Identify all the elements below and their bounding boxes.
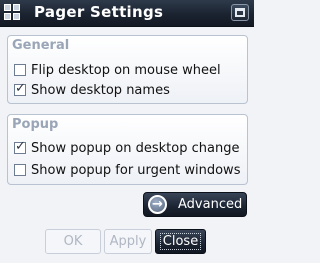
- advanced-label: Advanced: [178, 197, 243, 212]
- close-label: Close: [159, 233, 202, 250]
- advanced-button[interactable]: → Advanced: [143, 192, 247, 217]
- popup-heading: Popup: [12, 117, 59, 132]
- popup-desktop-change-checkbox[interactable]: [14, 139, 26, 154]
- flip-desktop-checkbox[interactable]: [14, 64, 26, 76]
- flip-desktop-option[interactable]: Flip desktop on mouse wheel: [14, 61, 221, 79]
- show-desktop-names-checkbox[interactable]: [14, 81, 26, 96]
- show-desktop-names-label: Show desktop names: [31, 82, 170, 98]
- flip-desktop-label: Flip desktop on mouse wheel: [31, 62, 221, 78]
- arrow-right-icon: →: [148, 195, 167, 214]
- popup-urgent-checkbox[interactable]: [14, 164, 26, 176]
- apply-button[interactable]: Apply: [104, 229, 152, 254]
- window-title: Pager Settings: [34, 3, 164, 21]
- close-button[interactable]: Close: [155, 229, 206, 254]
- maximize-icon: [235, 8, 245, 17]
- popup-urgent-option[interactable]: Show popup for urgent windows: [14, 161, 240, 179]
- popup-frame: Popup Show popup on desktop change Show …: [7, 114, 248, 185]
- popup-desktop-change-option[interactable]: Show popup on desktop change: [14, 139, 239, 157]
- popup-desktop-change-label: Show popup on desktop change: [31, 140, 240, 156]
- title-bar[interactable]: Pager Settings: [0, 0, 254, 27]
- maximize-button[interactable]: [231, 4, 249, 21]
- general-frame: General Flip desktop on mouse wheel Show…: [7, 35, 248, 104]
- popup-urgent-label: Show popup for urgent windows: [31, 162, 241, 178]
- general-heading: General: [12, 38, 70, 53]
- ok-button[interactable]: OK: [45, 229, 101, 254]
- show-desktop-names-option[interactable]: Show desktop names: [14, 81, 170, 99]
- grid-icon[interactable]: [4, 4, 20, 20]
